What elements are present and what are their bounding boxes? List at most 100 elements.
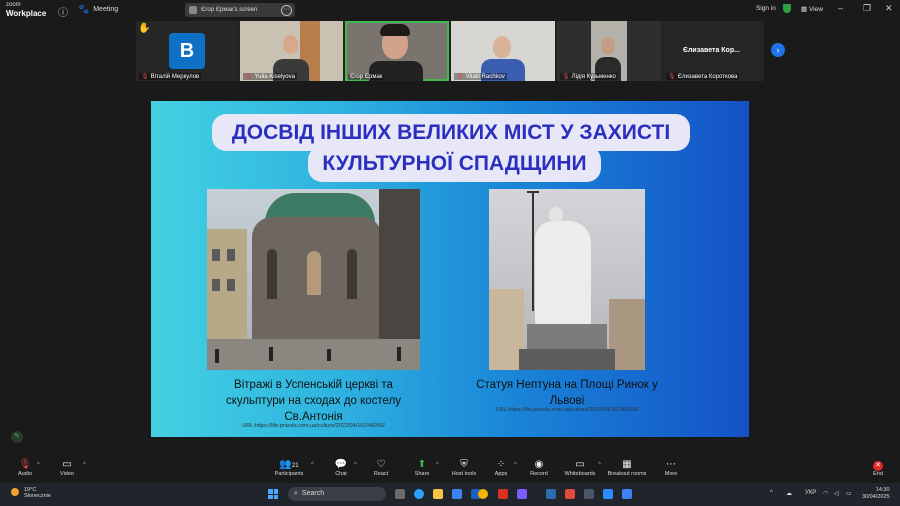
zoom-taskbar-icon[interactable]	[603, 489, 613, 499]
record-button[interactable]: ◉ Record	[528, 458, 550, 477]
chat-icon: 💬	[334, 459, 348, 470]
muted-mic-icon: 🎙	[18, 459, 32, 470]
battery-icon[interactable]: ▭	[846, 490, 852, 497]
right-caption: Статуя Нептуна на Площі Ринок у Львові	[476, 379, 658, 407]
sign-in-link[interactable]: Sign in	[756, 5, 776, 12]
share-button[interactable]: ⬆ Share	[411, 458, 433, 477]
mail-icon[interactable]	[452, 489, 462, 499]
slide-title-line2: КУЛЬТУРНОЇ СПАДЩИНИ	[308, 146, 601, 182]
meeting-toolbar: 🎙 Audio ^ ▭ Video ^ 👥21 Participants ^ 💬…	[0, 456, 900, 483]
chat-button[interactable]: 💬 Chat	[330, 458, 352, 477]
chat-chevron-icon[interactable]: ^	[354, 462, 357, 468]
video-hair	[380, 24, 410, 36]
apps-button[interactable]: ⁘ Apps	[490, 458, 512, 477]
opera-icon[interactable]	[498, 489, 508, 499]
end-button[interactable]: ✕ End	[867, 458, 889, 477]
app-icon-2[interactable]	[584, 489, 594, 499]
word-icon[interactable]	[546, 489, 556, 499]
windows-taskbar: 19°C Słonecznie ⌕ Search ^ ☁ УКР ◠ ◁ ▭ 14…	[0, 483, 900, 506]
right-source-url: URL:https://life.pravda.com.ua/culture/2…	[495, 407, 639, 413]
left-caption: Вітражі в Успенській церкві та скульптур…	[225, 379, 402, 423]
muted-mic-icon: 🎙	[562, 74, 570, 80]
meeting-menu[interactable]: 🐾 Meeting	[78, 4, 118, 15]
weather-widget[interactable]: 19°C Słonecznie	[24, 487, 51, 499]
acrobat-icon[interactable]	[565, 489, 575, 499]
muted-mic-icon: 🎙	[245, 74, 253, 80]
participant-tile[interactable]: 🎙 Yulia Kiselyova	[240, 21, 343, 81]
audio-options-chevron-icon[interactable]: ^	[37, 462, 40, 468]
raised-hand-icon: ✋	[138, 23, 151, 34]
audio-button[interactable]: 🎙 Audio	[14, 458, 36, 477]
share-chevron-icon[interactable]: ^	[436, 462, 439, 468]
participant-tile-active[interactable]: Єгор Єрмак	[345, 21, 449, 81]
restore-button[interactable]: ❐	[863, 3, 871, 14]
more-button[interactable]: ⋯ More	[660, 458, 682, 477]
shield-info-icon[interactable]: ⓘ	[58, 4, 68, 19]
end-call-icon: ✕	[873, 461, 883, 471]
app-icon-3[interactable]	[622, 489, 632, 499]
participant-tile[interactable]: 🎙 Лідія Кузьменко	[557, 21, 661, 81]
grid-icon: ▦	[801, 6, 809, 13]
whiteboards-button[interactable]: ▭ Whiteboards	[562, 458, 598, 477]
participant-strip: ✋ B 🎙 Віталій Меркулов 🎙 Yulia Kiselyova Є…	[136, 21, 764, 81]
breakout-rooms-button[interactable]: ▦ Breakout rooms	[606, 458, 648, 477]
avatar: B	[169, 33, 205, 69]
react-button[interactable]: ♡ React	[370, 458, 392, 477]
video-options-chevron-icon[interactable]: ^	[83, 462, 86, 468]
share-screen-icon: ⬆	[417, 459, 427, 470]
task-view-icon[interactable]	[395, 489, 405, 499]
shield-icon: ⛨	[460, 459, 468, 470]
volume-icon[interactable]: ◁	[834, 490, 839, 497]
more-options-icon[interactable]: ⋯	[281, 5, 292, 16]
sun-icon[interactable]	[11, 488, 19, 496]
heart-icon: ♡	[376, 459, 386, 470]
camera-icon: ▭	[62, 459, 72, 470]
participant-tile[interactable]: ✋ B 🎙 Віталій Меркулов	[136, 21, 238, 81]
paw-icon: 🐾	[78, 4, 90, 14]
taskbar-search[interactable]: ⌕ Search	[288, 487, 386, 501]
language-indicator[interactable]: УКР	[805, 490, 816, 496]
tray-chevron-icon[interactable]: ^	[770, 490, 773, 496]
system-clock[interactable]: 14:30 30/04/2025	[862, 487, 890, 501]
record-icon: ◉	[534, 459, 544, 470]
whiteboards-chevron-icon[interactable]: ^	[598, 462, 601, 468]
wifi-icon[interactable]: ◠	[823, 490, 828, 497]
edge-icon[interactable]	[414, 489, 424, 499]
next-page-button[interactable]: ›	[771, 43, 785, 57]
video-face	[601, 37, 615, 55]
host-tools-button[interactable]: ⛨ Host tools	[449, 458, 479, 477]
chevron-right-icon: ›	[776, 45, 780, 55]
left-source-url: URL:https://life.pravda.com.ua/culture/2…	[242, 423, 385, 429]
breakout-grid-icon: ▦	[622, 459, 632, 470]
participants-button[interactable]: 👥21 Participants	[273, 458, 305, 477]
whiteboard-icon: ▭	[575, 459, 585, 470]
participant-tile[interactable]: Єлизавета Кор... 🎙 Єлизавета Короткова	[663, 21, 764, 81]
onedrive-icon[interactable]: ☁	[786, 490, 792, 497]
video-face	[493, 36, 511, 58]
annotate-icon[interactable]: ✎	[11, 431, 23, 443]
title-bar: zoom Workplace ⓘ 🐾 Meeting Єгор Єрмак's …	[0, 0, 900, 20]
apps-chevron-icon[interactable]: ^	[514, 462, 517, 468]
participants-chevron-icon[interactable]: ^	[311, 462, 314, 468]
windows-start-icon[interactable]	[268, 489, 278, 499]
participant-tile[interactable]: 🎙 Vitalii Rachkov	[451, 21, 555, 81]
minimize-button[interactable]: –	[838, 3, 843, 13]
muted-mic-icon: 🎙	[141, 74, 149, 80]
encryption-shield-icon[interactable]	[783, 4, 791, 13]
view-button[interactable]: ▦ View	[801, 5, 823, 13]
chrome-icon[interactable]	[478, 489, 488, 499]
apps-icon: ⁘	[496, 459, 506, 470]
search-icon: ⌕	[294, 490, 298, 497]
file-explorer-icon[interactable]	[433, 489, 443, 499]
video-face	[283, 35, 298, 54]
app-icon[interactable]	[517, 489, 527, 499]
muted-mic-icon: 🎙	[456, 74, 464, 80]
shared-slide: ДОСВІД ІНШИХ ВЕЛИКИХ МІСТ У ЗАХИСТІ КУЛЬ…	[151, 101, 749, 437]
close-button[interactable]: ✕	[885, 3, 893, 14]
shared-screen-pill[interactable]: Єгор Єрмак's screen ⋯	[185, 3, 295, 17]
presenter-avatar-icon	[189, 6, 197, 14]
video-button[interactable]: ▭ Video	[56, 458, 78, 477]
more-dots-icon: ⋯	[666, 459, 676, 470]
neptune-statue-photo	[489, 189, 645, 370]
people-icon: 👥	[279, 459, 292, 470]
